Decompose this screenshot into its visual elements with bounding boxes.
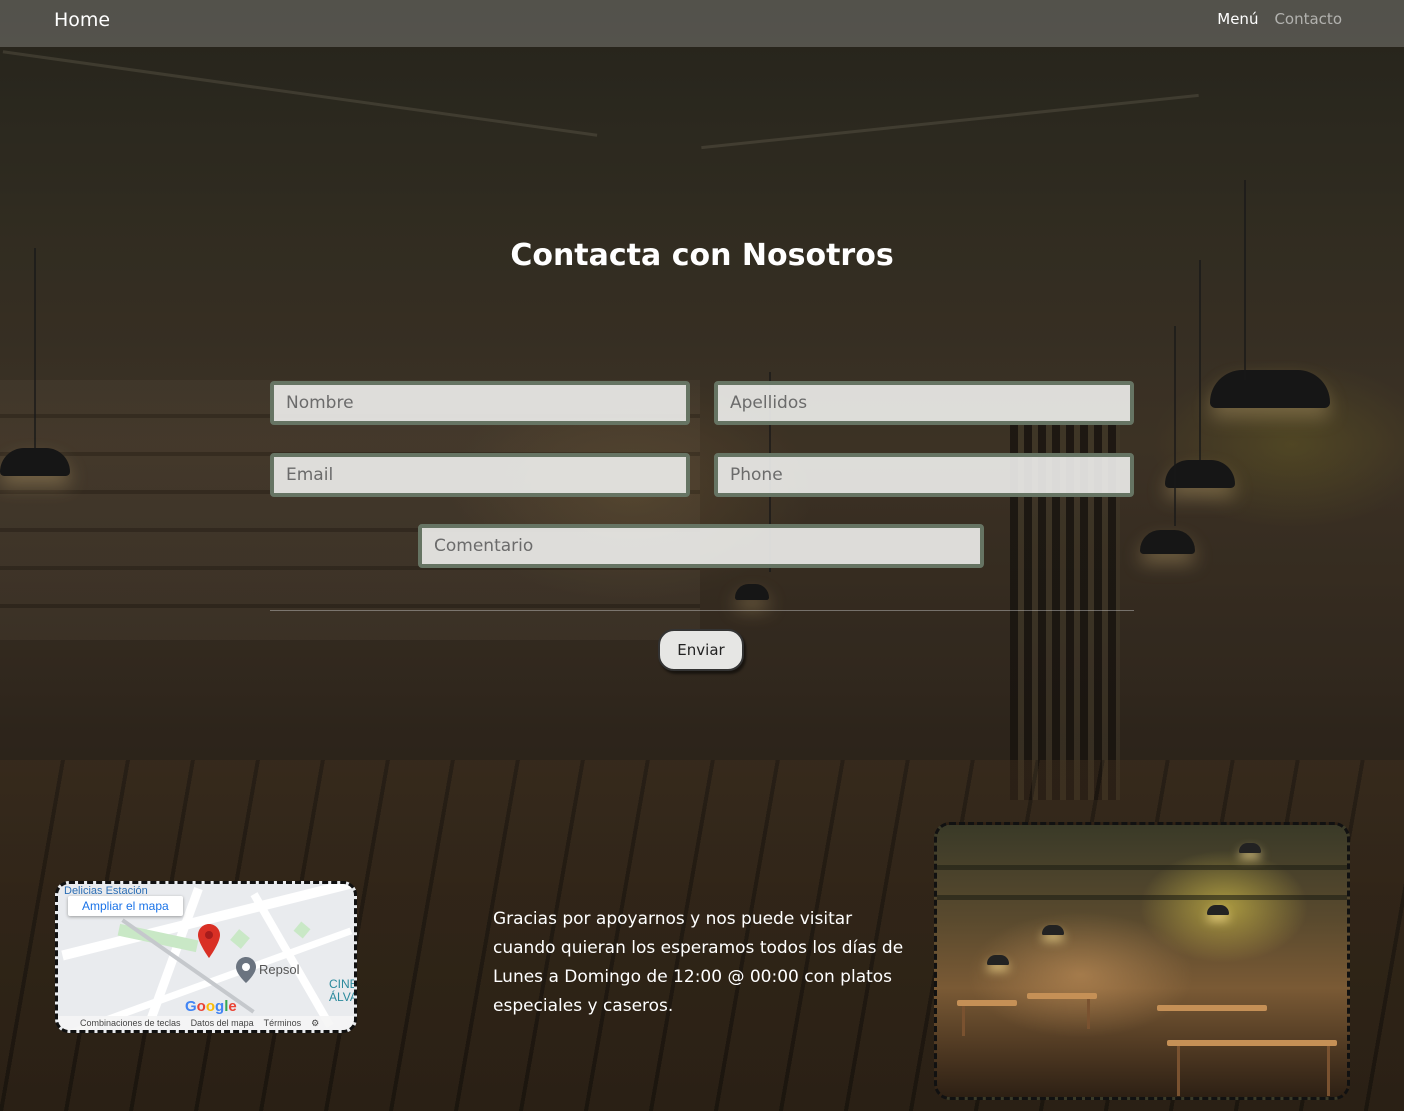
map-cine-label: CINE ÁLVA <box>329 977 357 1004</box>
photo-table <box>1167 1040 1337 1046</box>
photo-lamp <box>1239 843 1261 853</box>
comentario-field[interactable] <box>418 524 984 568</box>
logo-letter: G <box>185 998 197 1015</box>
map-pin-icon <box>198 924 220 958</box>
photo-lamp <box>987 955 1009 965</box>
page-title: Contacta con Nosotros <box>510 238 894 273</box>
navbar: Home Menú Contacto <box>0 0 1404 47</box>
map-embed[interactable]: Delicias Estación Ampliar el mapa Repsol… <box>55 881 357 1033</box>
submit-button[interactable]: Enviar <box>658 629 744 671</box>
map-poi-label: Repsol <box>259 962 300 977</box>
photo-lamp <box>1207 905 1229 915</box>
map-cine-line: ÁLVA <box>329 990 357 1004</box>
logo-letter: o <box>196 998 206 1015</box>
map-cine-line: CINE <box>329 977 357 991</box>
form-divider <box>270 610 1134 611</box>
nav-links: Menú Contacto <box>1217 10 1342 28</box>
photo-table <box>1157 1005 1267 1011</box>
photo-table <box>957 1000 1017 1006</box>
thanks-message: Gracias por apoyarnos y nos puede visita… <box>493 909 904 1016</box>
photo-table-leg <box>1327 1046 1330 1096</box>
map-footer: Combinaciones de teclas Datos del mapa T… <box>58 1016 354 1030</box>
map-park <box>230 929 250 949</box>
map-expand-link[interactable]: Ampliar el mapa <box>68 896 183 916</box>
photo-beam <box>937 865 1347 870</box>
map-settings-icon[interactable]: ⚙ <box>311 1018 319 1029</box>
map-data-link[interactable]: Datos del mapa <box>191 1018 254 1028</box>
photo-table-leg <box>1087 999 1090 1029</box>
nav-home-link[interactable]: Home <box>54 9 110 31</box>
photo-table-leg <box>1177 1046 1180 1096</box>
nav-menu-link[interactable]: Menú <box>1217 10 1258 28</box>
map-shortcuts-link[interactable]: Combinaciones de teclas <box>80 1018 181 1028</box>
logo-letter: e <box>228 998 237 1015</box>
logo-letter: g <box>215 998 225 1015</box>
logo-letter: o <box>205 998 216 1015</box>
map-park <box>293 921 311 939</box>
apellidos-field[interactable] <box>714 381 1134 425</box>
photo-lamp <box>1042 925 1064 935</box>
email-field[interactable] <box>270 453 690 497</box>
nav-contact-link[interactable]: Contacto <box>1274 10 1342 28</box>
google-logo: Google <box>185 998 237 1015</box>
poi-pin-icon <box>236 957 256 983</box>
photo-beam <box>937 895 1347 900</box>
nombre-field[interactable] <box>270 381 690 425</box>
map-terms-link[interactable]: Términos <box>264 1018 302 1028</box>
phone-field[interactable] <box>714 453 1134 497</box>
photo-table-leg <box>962 1006 965 1036</box>
restaurant-photo <box>934 822 1350 1100</box>
